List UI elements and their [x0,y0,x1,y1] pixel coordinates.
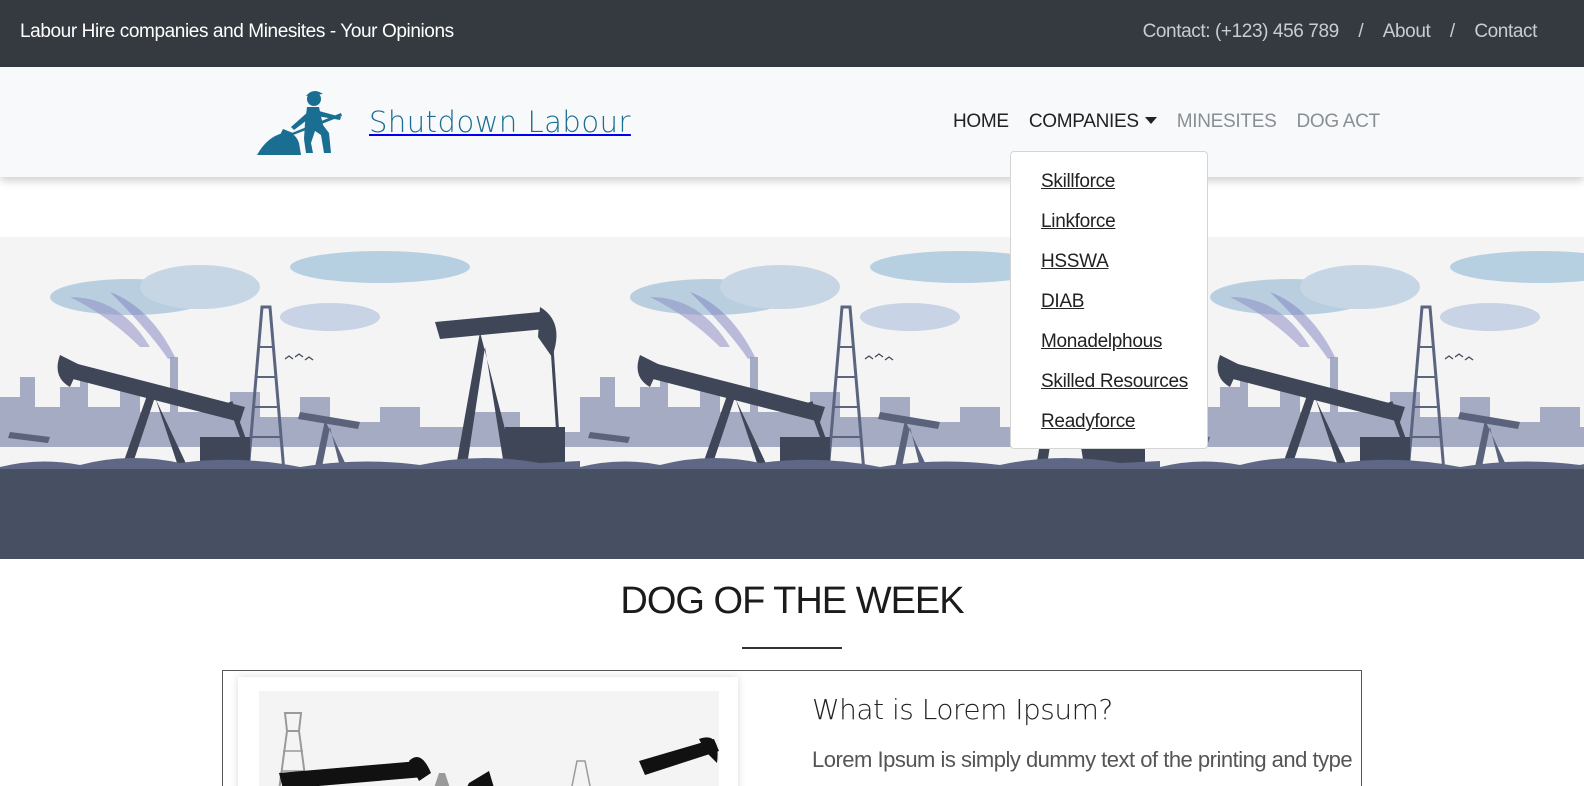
primary-nav: HOME COMPANIES MINESITES DOG ACT [953,111,1380,133]
nav-dog-act[interactable]: DOG ACT [1296,111,1380,133]
contact-phone: Contact: (+123) 456 789 [1142,21,1340,42]
about-link[interactable]: About [1383,21,1431,43]
caret-down-icon [1144,117,1157,124]
pumpjack-image [259,691,719,786]
oil-pumpjacks-illustration [0,237,1584,559]
card-text: Lorem Ipsum is simply dummy text of the … [812,747,1352,772]
top-bar: Labour Hire companies and Minesites - Yo… [0,0,1584,67]
dropdown-item-diab[interactable]: DIAB [1011,288,1207,328]
hero-banner [0,237,1584,559]
brand-name: Shutdown Labour [369,105,631,139]
contact-link[interactable]: Contact [1474,21,1537,43]
nav-companies-label: COMPANIES [1028,111,1139,132]
top-links: Contact: (+123) 456 789 / About / Contac… [1142,21,1538,43]
companies-dropdown-menu: Skillforce Linkforce HSSWA DIAB Monadelp… [1010,151,1208,449]
site-title: Labour Hire companies and Minesites - Yo… [20,21,454,42]
dropdown-item-skillforce[interactable]: Skillforce [1011,168,1207,208]
brand-logo-link[interactable]: Shutdown Labour [257,87,631,157]
dropdown-item-hsswa[interactable]: HSSWA [1011,248,1207,288]
nav-companies[interactable]: COMPANIES [1029,111,1157,133]
dropdown-item-skilled-resources[interactable]: Skilled Resources [1011,368,1207,408]
main-navbar: Shutdown Labour HOME COMPANIES MINESITES… [0,67,1584,177]
dropdown-item-monadelphous[interactable]: Monadelphous [1011,328,1207,368]
nav-home[interactable]: HOME [953,111,1009,133]
nav-minesites[interactable]: MINESITES [1177,111,1277,133]
section-title: DOG OF THE WEEK [620,580,964,622]
pumpjack-silhouette [278,712,719,786]
worker-shoveling-icon [257,90,342,155]
card-heading: What is Lorem Ipsum? [812,693,1113,726]
dropdown-item-linkforce[interactable]: Linkforce [1011,208,1207,248]
title-underline [742,647,842,649]
dropdown-item-readyforce[interactable]: Readyforce [1011,408,1207,448]
